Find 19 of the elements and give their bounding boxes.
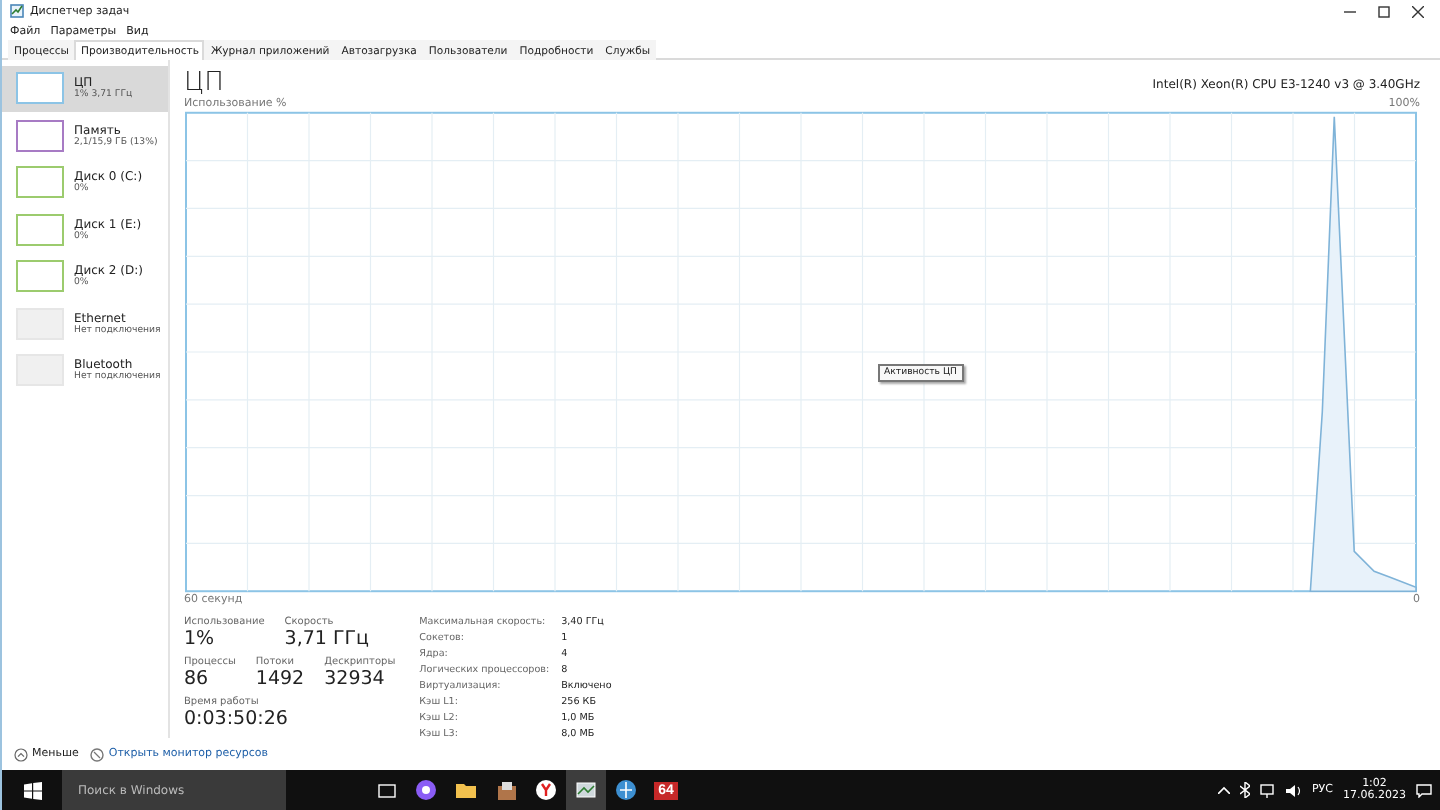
chevron-up-icon[interactable]: [1217, 786, 1230, 794]
task-manager-taskbar-icon[interactable]: [566, 770, 606, 810]
close-icon: [1412, 5, 1424, 17]
chevron-up-icon: [14, 747, 28, 761]
stat-value: 86: [184, 668, 211, 690]
speaker-icon[interactable]: [1285, 783, 1302, 797]
stat-value: 32934: [324, 668, 387, 690]
stat-value: 3,71 ГГц: [284, 628, 370, 650]
stat-value: 1%: [184, 628, 217, 650]
bluetooth-icon[interactable]: [1239, 782, 1250, 798]
task-manager-icon: [10, 4, 24, 18]
minimize-icon: [1344, 5, 1356, 17]
maximize-icon: [1378, 5, 1390, 17]
windows-logo-icon: [23, 781, 41, 799]
stat-value: 0:03:50:26: [184, 708, 288, 730]
notifications-icon[interactable]: [1416, 783, 1432, 797]
stat-value: 1492: [255, 668, 305, 690]
network-icon[interactable]: [1259, 783, 1276, 797]
page-title: ЦП: [184, 68, 224, 98]
